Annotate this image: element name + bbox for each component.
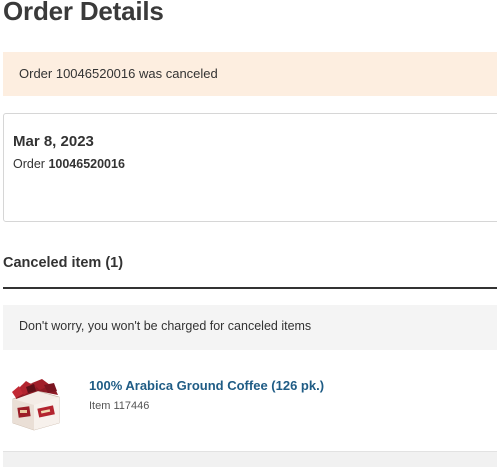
order-summary-card: Mar 8, 2023 Order 10046520016 [3, 113, 497, 222]
section-divider [3, 287, 497, 289]
item-number: 117446 [113, 400, 150, 412]
no-charge-notice: Don't worry, you won't be charged for ca… [3, 305, 497, 350]
coffee-box-icon[interactable] [10, 377, 62, 431]
order-number: 10046520016 [48, 157, 125, 171]
item-number-label: Item [89, 400, 111, 412]
item-number-line: Item 117446 [89, 400, 149, 412]
bottom-section-strip [3, 451, 497, 467]
item-name-link[interactable]: 100% Arabica Ground Coffee (126 pk.) [89, 378, 324, 393]
order-number-label: Order [13, 157, 45, 171]
order-date: Mar 8, 2023 [13, 133, 94, 150]
page-title: Order Details [3, 0, 164, 26]
canceled-items-heading: Canceled item (1) [3, 255, 124, 271]
no-charge-notice-text: Don't worry, you won't be charged for ca… [19, 319, 312, 333]
cancellation-message: Order 10046520016 was canceled [19, 66, 218, 81]
order-number-line: Order 10046520016 [13, 157, 125, 171]
cancellation-banner: Order 10046520016 was canceled [3, 52, 497, 96]
